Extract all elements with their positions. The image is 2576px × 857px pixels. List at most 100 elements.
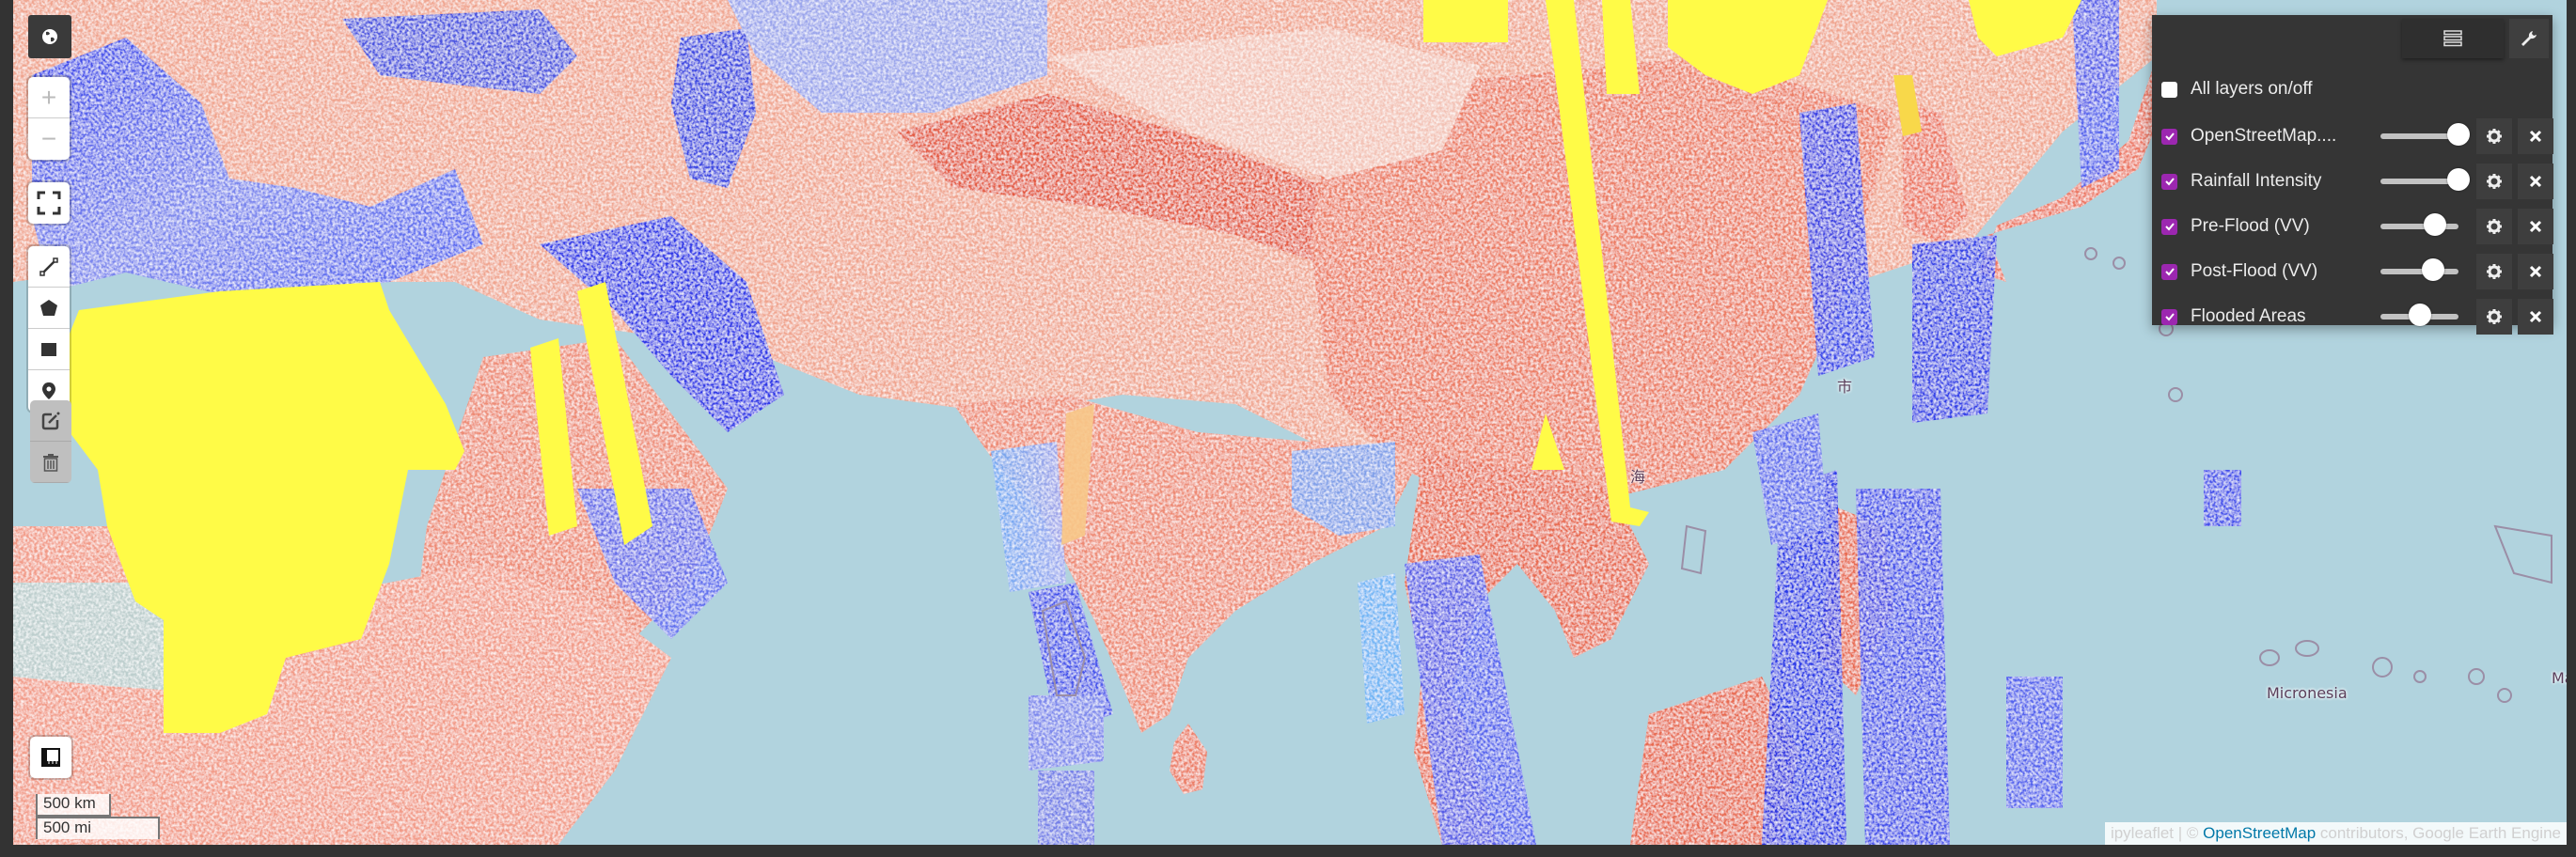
osm-link[interactable]: OpenStreetMap (2203, 824, 2316, 842)
gear-icon (2487, 219, 2502, 234)
micronesia-label: Micronesia (2267, 684, 2348, 702)
rectangle-icon (41, 342, 56, 356)
strip-indochina-coast (1405, 554, 1536, 845)
layer-label: Pre-Flood (VV) (2191, 216, 2310, 236)
polygon-icon (40, 299, 57, 316)
layer-settings-button[interactable] (2476, 118, 2512, 154)
strip-guam (2204, 470, 2241, 526)
opacity-slider[interactable] (2380, 304, 2458, 326)
land-srilanka (1170, 724, 1207, 794)
strip-maldives-2 (1038, 771, 1094, 845)
opacity-slider[interactable] (2380, 168, 2470, 191)
slider-thumb[interactable] (2421, 258, 2444, 281)
edit-toolbar (30, 400, 71, 483)
close-icon (2529, 175, 2542, 188)
remove-layer-button[interactable] (2518, 209, 2553, 244)
gear-icon (2487, 129, 2502, 144)
layer-checkbox[interactable] (2161, 218, 2177, 235)
wrench-icon (2521, 31, 2537, 46)
slider-thumb[interactable] (2447, 168, 2470, 191)
attribution: ipyleaflet | © OpenStreetMap contributor… (2104, 822, 2567, 845)
layer-row: Post-Flood (VV) (2161, 254, 2553, 289)
gear-icon (2487, 264, 2502, 279)
remove-layer-button[interactable] (2518, 254, 2553, 289)
layer-row: Pre-Flood (VV) (2161, 209, 2553, 244)
measure-button[interactable] (30, 737, 71, 778)
delete-layers-button[interactable] (30, 442, 71, 483)
strip-japan-south (1912, 235, 1997, 423)
layer-settings-button[interactable] (2476, 164, 2512, 199)
strip-arabian-sea (991, 442, 1066, 592)
trash-icon (43, 453, 58, 472)
layers-icon (2443, 30, 2462, 47)
strip-andaman (1358, 573, 1405, 724)
globe-icon (42, 29, 57, 44)
all-layers-checkbox[interactable] (2161, 81, 2177, 98)
attribution-prefix: ipyleaflet | © (2110, 824, 2204, 842)
opacity-slider[interactable] (2380, 258, 2458, 281)
fullscreen-icon (37, 191, 61, 215)
scale-metric: 500 km (36, 794, 111, 817)
check-icon (2164, 313, 2175, 321)
zoom-out-button[interactable]: − (28, 118, 70, 160)
remove-layer-button[interactable] (2518, 118, 2553, 154)
attribution-suffix: contributors, Google Earth Engine (2316, 824, 2561, 842)
layer-checkbox[interactable] (2161, 173, 2177, 190)
draw-toolbar (28, 246, 70, 412)
slider-thumb[interactable] (2408, 304, 2431, 326)
check-icon (2164, 132, 2175, 141)
all-layers-row: All layers on/off (2161, 79, 2313, 100)
remove-layer-button[interactable] (2518, 299, 2553, 335)
layer-row: Flooded Areas (2161, 299, 2553, 335)
marshall-label: Ma (2552, 669, 2567, 687)
strip-japan-north (2072, 0, 2119, 188)
layer-checkbox[interactable] (2161, 308, 2177, 325)
layer-manager-panel: All layers on/off OpenStreetMap.... Rain… (2152, 15, 2553, 335)
city-label: 市 (1837, 378, 1853, 396)
close-icon (2529, 220, 2542, 233)
layer-settings-button[interactable] (2476, 209, 2512, 244)
measure-icon (41, 748, 60, 767)
check-icon (2164, 268, 2175, 276)
gear-icon (2487, 174, 2502, 189)
slider-thumb[interactable] (2447, 123, 2470, 146)
layer-checkbox[interactable] (2161, 128, 2177, 145)
layer-settings-button[interactable] (2476, 254, 2512, 289)
flood-top-1 (1423, 0, 1508, 42)
strip-taiwan (1752, 413, 1828, 545)
layers-toggle-button[interactable] (2402, 19, 2504, 58)
layer-row: Rainfall Intensity (2161, 164, 2553, 199)
gear-icon (2487, 309, 2502, 324)
layer-settings-button[interactable] (2476, 299, 2512, 335)
slider-thumb[interactable] (2424, 213, 2447, 236)
draw-polyline-button[interactable] (28, 246, 70, 288)
remove-layer-button[interactable] (2518, 164, 2553, 199)
edit-layers-button[interactable] (30, 400, 71, 442)
strip-philippine-sea (1856, 489, 1950, 845)
close-icon (2529, 310, 2542, 323)
marker-icon (42, 382, 55, 399)
hainan-label: 海 (1630, 468, 1646, 486)
close-icon (2529, 130, 2542, 143)
layer-checkbox[interactable] (2161, 263, 2177, 280)
opacity-slider[interactable] (2380, 213, 2458, 236)
close-icon (2529, 265, 2542, 278)
layer-label: OpenStreetMap.... (2191, 126, 2337, 146)
zoom-control: + − (28, 77, 70, 160)
polyline-icon (39, 257, 58, 276)
opacity-slider[interactable] (2380, 123, 2470, 146)
check-icon (2164, 178, 2175, 186)
check-icon (2164, 223, 2175, 231)
layer-label: Flooded Areas (2191, 306, 2306, 326)
scale-imperial: 500 mi (36, 817, 160, 839)
basemap-button[interactable] (28, 15, 71, 58)
layer-row: OpenStreetMap.... (2161, 118, 2553, 154)
layer-label: Post-Flood (VV) (2191, 261, 2318, 281)
draw-polygon-button[interactable] (28, 288, 70, 329)
fullscreen-button[interactable] (28, 182, 70, 224)
zoom-in-button[interactable]: + (28, 77, 70, 118)
draw-rectangle-button[interactable] (28, 329, 70, 370)
settings-button[interactable] (2509, 19, 2549, 58)
edit-icon (41, 412, 60, 429)
all-layers-label: All layers on/off (2191, 79, 2313, 99)
